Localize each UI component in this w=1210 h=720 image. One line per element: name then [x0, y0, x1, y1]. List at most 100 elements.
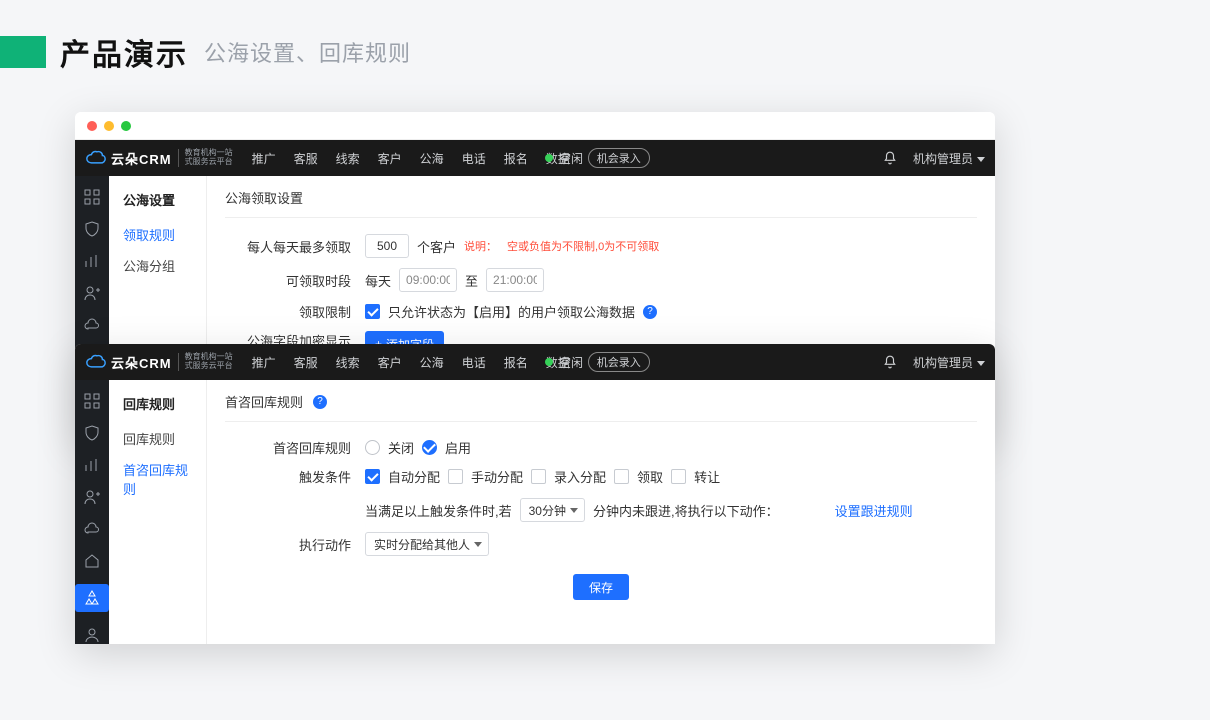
status-indicator-icon: [545, 358, 553, 366]
nav-customers[interactable]: 客户: [378, 150, 402, 167]
bell-icon[interactable]: [883, 355, 897, 369]
input-time-from[interactable]: [399, 268, 457, 292]
window-zoom-icon[interactable]: [121, 121, 131, 131]
help-icon[interactable]: ?: [313, 395, 327, 409]
window-minimize-icon[interactable]: [104, 121, 114, 131]
nav-public-sea[interactable]: 公海: [420, 150, 444, 167]
rail-grid-icon[interactable]: [83, 392, 101, 410]
user-menu[interactable]: 机构管理员: [913, 150, 985, 167]
input-time-to[interactable]: [486, 268, 544, 292]
check-only-enabled[interactable]: [365, 304, 380, 319]
save-button[interactable]: 保存: [573, 574, 629, 600]
rail-grid-icon[interactable]: [83, 188, 101, 206]
side-menu-header: 回库规则: [109, 394, 206, 423]
nav-service[interactable]: 客服: [294, 150, 318, 167]
nav-opportunity-chip[interactable]: 机会录入: [588, 352, 650, 372]
nav-links: 推广 客服 线索 客户 公海 电话 报名 数据 机会录入: [243, 352, 659, 372]
content-header: 首咨回库规则: [225, 392, 303, 411]
rail-cloud-icon[interactable]: [83, 316, 101, 334]
logo-subtext: 教育机构一站式服务云平台: [178, 353, 233, 371]
select-minutes[interactable]: 30分钟: [520, 498, 585, 522]
time-every: 每天: [365, 271, 391, 290]
top-nav: 云朵CRM 教育机构一站式服务云平台 推广 客服 线索 客户 公海 电话 报名 …: [75, 344, 995, 380]
page-subtitle: 公海设置、回库规则: [204, 36, 411, 68]
content-area: 首咨回库规则 ? 首咨回库规则 关闭 启用 触发条件: [207, 380, 995, 644]
nav-promo[interactable]: 推广: [252, 354, 276, 371]
side-item-claim-rules[interactable]: 领取规则: [109, 219, 206, 250]
nav-call[interactable]: 电话: [462, 354, 486, 371]
help-icon[interactable]: ?: [643, 305, 657, 319]
logo[interactable]: 云朵CRM 教育机构一站式服务云平台: [75, 353, 243, 372]
select-action[interactable]: 实时分配给其他人: [365, 532, 489, 556]
label-restriction: 领取限制: [225, 302, 365, 321]
check-manual-assign-label: 手动分配: [471, 467, 523, 486]
bell-icon[interactable]: [883, 151, 897, 165]
chevron-down-icon: [977, 157, 985, 162]
check-auto-assign[interactable]: [365, 469, 380, 484]
side-item-first-consult-rules[interactable]: 首咨回库规则: [109, 454, 206, 504]
icon-rail: [75, 380, 109, 644]
rail-person-icon[interactable]: [83, 626, 101, 644]
nav-opportunity-chip[interactable]: 机会录入: [588, 148, 650, 168]
nav-promo[interactable]: 推广: [252, 150, 276, 167]
rail-chart-icon[interactable]: [83, 252, 101, 270]
nav-customers[interactable]: 客户: [378, 354, 402, 371]
radio-off[interactable]: [365, 440, 380, 455]
nav-leads[interactable]: 线索: [336, 150, 360, 167]
restriction-text: 只允许状态为【启用】的用户领取公海数据: [388, 302, 635, 321]
logo[interactable]: 云朵CRM 教育机构一站式服务云平台: [75, 149, 243, 168]
side-item-return-rules[interactable]: 回库规则: [109, 423, 206, 454]
limit-hint: 空或负值为不限制,0为不可领取: [507, 238, 659, 254]
label-action: 执行动作: [225, 535, 365, 554]
radio-on-label: 启用: [445, 438, 471, 457]
nav-signup[interactable]: 报名: [504, 150, 528, 167]
side-item-groups[interactable]: 公海分组: [109, 250, 206, 281]
input-daily-limit[interactable]: [365, 234, 409, 258]
trigger-line-b: 分钟内未跟进,将执行以下动作：: [593, 501, 779, 520]
status-indicator-icon: [545, 154, 553, 162]
nav-public-sea[interactable]: 公海: [420, 354, 444, 371]
check-claim-label: 领取: [637, 467, 663, 486]
rail-user-add-icon[interactable]: [83, 488, 101, 506]
logo-text: 云朵CRM: [111, 149, 172, 168]
rail-cloud-icon[interactable]: [83, 520, 101, 538]
check-transfer-label: 转让: [694, 467, 720, 486]
rail-shield-icon[interactable]: [83, 220, 101, 238]
nav-call[interactable]: 电话: [462, 150, 486, 167]
nav-leads[interactable]: 线索: [336, 354, 360, 371]
check-manual-assign[interactable]: [448, 469, 463, 484]
window-return-rules: 云朵CRM 教育机构一站式服务云平台 推广 客服 线索 客户 公海 电话 报名 …: [75, 344, 995, 644]
chevron-down-icon: [977, 361, 985, 366]
rail-shield-icon[interactable]: [83, 424, 101, 442]
cloud-logo-icon: [85, 354, 107, 370]
side-menu-header: 公海设置: [109, 190, 206, 219]
link-set-followup-rule[interactable]: 设置跟进规则: [835, 501, 913, 520]
check-entry-assign[interactable]: [531, 469, 546, 484]
label-trigger: 触发条件: [225, 467, 365, 486]
hint-lead: 说明：: [464, 238, 497, 254]
check-auto-assign-label: 自动分配: [388, 467, 440, 486]
logo-text: 云朵CRM: [111, 353, 172, 372]
radio-off-label: 关闭: [388, 438, 414, 457]
check-claim[interactable]: [614, 469, 629, 484]
trigger-line-a: 当满足以上触发条件时,若: [365, 501, 512, 520]
check-transfer[interactable]: [671, 469, 686, 484]
unit-text: 个客户: [417, 237, 456, 256]
window-close-icon[interactable]: [87, 121, 97, 131]
user-menu[interactable]: 机构管理员: [913, 354, 985, 371]
rail-recycle-icon[interactable]: [75, 584, 109, 612]
nav-service[interactable]: 客服: [294, 354, 318, 371]
logo-subtext: 教育机构一站式服务云平台: [178, 149, 233, 167]
rail-chart-icon[interactable]: [83, 456, 101, 474]
accent-bar: [0, 36, 46, 68]
label-time-window: 可领取时段: [225, 271, 365, 290]
nav-signup[interactable]: 报名: [504, 354, 528, 371]
rail-home-icon[interactable]: [83, 552, 101, 570]
window-chrome: [75, 112, 995, 140]
status-text: 空闲: [559, 150, 583, 167]
content-header: 公海领取设置: [225, 188, 977, 218]
cloud-logo-icon: [85, 150, 107, 166]
rail-user-add-icon[interactable]: [83, 284, 101, 302]
radio-on[interactable]: [422, 440, 437, 455]
nav-links: 推广 客服 线索 客户 公海 电话 报名 数据 机会录入: [243, 148, 659, 168]
